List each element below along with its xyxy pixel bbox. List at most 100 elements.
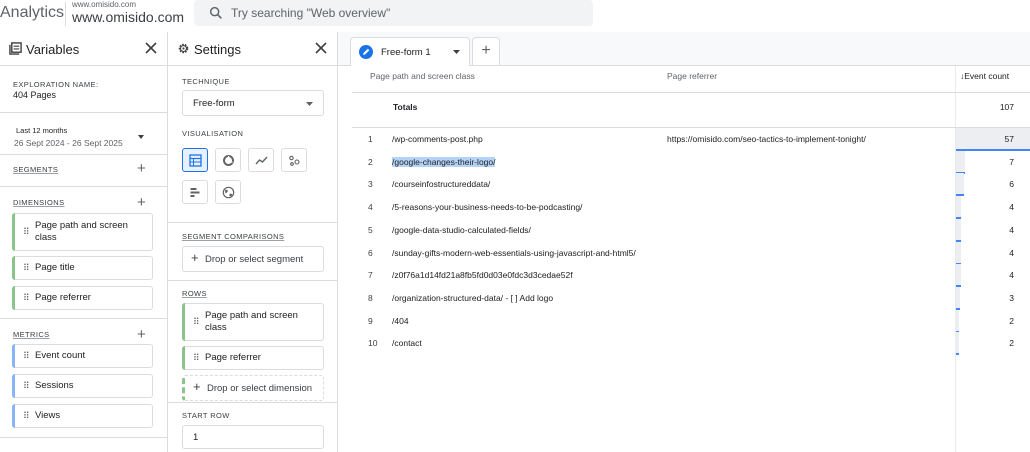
property-selector[interactable]: www.omisido.com (72, 9, 184, 25)
drop-segment-label: Drop or select segment (205, 254, 304, 265)
row-chip-page-path[interactable]: ⠿ Page path and screen class (182, 303, 324, 341)
viz-table-button[interactable] (182, 148, 208, 172)
cell-event-count: 4 (1009, 202, 1014, 213)
metric-chip-sessions[interactable]: ⠿ Sessions (12, 374, 153, 398)
metric-label: Event count (35, 350, 86, 361)
table-row[interactable]: 7/z0f76a1d14fd21a8fb5fd0d03e0fdc3d3cedae… (352, 264, 1030, 288)
cell-page-path[interactable]: /contact (392, 338, 422, 348)
column-header-page-path[interactable]: Page path and screen class (370, 71, 475, 81)
cell-page-path[interactable]: /z0f76a1d14fd21a8fb5fd0d03e0fdc3d3cedae5… (392, 270, 573, 280)
property-account[interactable]: www.omisido.com (72, 0, 136, 9)
cell-page-path[interactable]: /wp-comments-post.php (392, 134, 483, 144)
variables-title: Variables (26, 42, 80, 57)
value-bar-background (956, 218, 961, 242)
cell-page-path[interactable]: /organization-structured-data/ - [ ] Add… (392, 293, 553, 303)
add-dimension-icon[interactable]: + (137, 195, 146, 210)
drag-handle-icon[interactable]: ⠿ (23, 293, 30, 303)
value-bar-background (956, 241, 961, 265)
cell-page-path[interactable]: /5-reasons-your-business-needs-to-be-pod… (392, 202, 582, 212)
search-icon (209, 6, 222, 19)
cell-page-referrer[interactable]: https://omisido.com/seo-tactics-to-imple… (667, 134, 866, 144)
row-number: 2 (368, 156, 373, 167)
cell-event-count: 2 (1009, 315, 1014, 326)
search-input[interactable]: Try searching "Web overview" (194, 0, 593, 26)
divider (0, 318, 168, 319)
row-number: 9 (368, 315, 373, 326)
dimension-chip-page-path[interactable]: ⠿ Page path and screen class (12, 213, 153, 251)
dimension-label: Page title (35, 262, 75, 273)
search-placeholder: Try searching "Web overview" (231, 6, 391, 20)
divider (168, 222, 338, 223)
viz-line-button[interactable] (248, 148, 274, 172)
close-icon[interactable] (314, 41, 328, 55)
start-row-input[interactable]: 1 (182, 425, 324, 449)
plus-icon: + (191, 250, 199, 265)
viz-scatter-button[interactable] (281, 148, 307, 172)
totals-value: 107 (999, 102, 1014, 112)
exploration-canvas: Free-form 1 + Page path and screen class… (338, 32, 1030, 452)
tab-free-form-1[interactable]: Free-form 1 (350, 37, 470, 66)
close-icon[interactable] (144, 41, 158, 55)
cell-event-count: 4 (1009, 270, 1014, 281)
row-dimension-label: Page referrer (205, 352, 261, 363)
plus-icon: + (193, 379, 201, 394)
viz-bar-button[interactable] (182, 180, 208, 204)
row-chip-page-referrer[interactable]: ⠿ Page referrer (182, 346, 324, 370)
value-bar-background (956, 196, 961, 220)
metric-chip-event-count[interactable]: ⠿ Event count (12, 344, 153, 368)
drag-handle-icon[interactable]: ⠿ (23, 227, 30, 237)
drag-handle-icon[interactable]: ⠿ (23, 263, 30, 273)
table-row[interactable]: 8/organization-structured-data/ - [ ] Ad… (352, 286, 1030, 310)
value-bar-background (956, 309, 959, 333)
table-row[interactable]: 9/404 2 (352, 309, 1030, 333)
table-row[interactable]: 10/contact 2 (352, 332, 1030, 356)
dimension-chip-page-referrer[interactable]: ⠿ Page referrer (12, 286, 153, 310)
drag-handle-icon[interactable]: ⠿ (23, 381, 30, 391)
drop-segment-target[interactable]: + Drop or select segment (182, 246, 324, 272)
column-header-event-count[interactable]: ↓Event count (960, 71, 1009, 81)
cell-page-path[interactable]: /404 (392, 316, 409, 326)
cell-page-path[interactable]: /google-data-studio-calculated-fields/ (392, 225, 531, 235)
date-preset-label: Last 12 months (16, 126, 68, 135)
add-segment-icon[interactable]: + (137, 161, 146, 176)
cell-page-path[interactable]: /courseinfostructureddata/ (392, 179, 490, 189)
segment-comparisons-label: SEGMENT COMPARISONS (182, 232, 285, 241)
cell-event-count: 7 (1009, 156, 1014, 167)
metric-chip-views[interactable]: ⠿ Views (12, 404, 153, 428)
table-row[interactable]: 4/5-reasons-your-business-needs-to-be-po… (352, 196, 1030, 220)
drag-handle-icon[interactable]: ⠿ (23, 351, 30, 361)
table-row[interactable]: 3/courseinfostructureddata/6 (352, 173, 1030, 197)
row-number: 3 (368, 179, 373, 190)
dimension-color-bar (182, 303, 185, 341)
value-bar-background (956, 332, 959, 356)
drop-dimension-target[interactable]: + Drop or select dimension (182, 375, 324, 401)
table-row[interactable]: 6/sunday-gifts-modern-web-essentials-usi… (352, 241, 1030, 265)
drag-handle-icon[interactable]: ⠿ (23, 411, 30, 421)
table-row[interactable]: 2/google-changes-their-logo/7 (352, 150, 1030, 174)
cell-event-count: 3 (1009, 292, 1014, 303)
table-row[interactable]: 5/google-data-studio-calculated-fields/4 (352, 218, 1030, 242)
dimension-label: Page path and screen class (35, 220, 128, 243)
date-range-picker[interactable]: Last 12 months 26 Sept 2024 - 26 Sept 20… (10, 123, 160, 155)
drag-handle-icon[interactable]: ⠿ (193, 317, 200, 327)
date-range-text: 26 Sept 2024 - 26 Sept 2025 (14, 138, 123, 148)
add-metric-icon[interactable]: + (137, 327, 146, 342)
rows-label: ROWS (182, 289, 207, 298)
exploration-name-field[interactable]: 404 Pages (13, 90, 56, 100)
add-tab-button[interactable]: + (472, 37, 500, 65)
viz-donut-button[interactable] (215, 148, 241, 172)
technique-select[interactable]: Free-form (182, 90, 324, 116)
chevron-down-icon[interactable] (453, 50, 460, 54)
column-header-page-referrer[interactable]: Page referrer (667, 71, 717, 81)
bar-chart-icon (190, 188, 200, 197)
row-number: 4 (368, 202, 373, 213)
dimension-chip-page-title[interactable]: ⠿ Page title (12, 256, 153, 280)
donut-chart-icon (223, 155, 234, 166)
viz-geo-button[interactable] (215, 180, 241, 204)
table-row[interactable]: 1/wp-comments-post.php https://omisido.co… (352, 128, 1030, 151)
cell-page-path[interactable]: /sunday-gifts-modern-web-essentials-usin… (392, 248, 636, 258)
metric-color-bar (12, 404, 15, 428)
drag-handle-icon[interactable]: ⠿ (193, 353, 200, 363)
technique-label: TECHNIQUE (182, 77, 230, 86)
cell-page-path[interactable]: /google-changes-their-logo/ (392, 156, 496, 167)
